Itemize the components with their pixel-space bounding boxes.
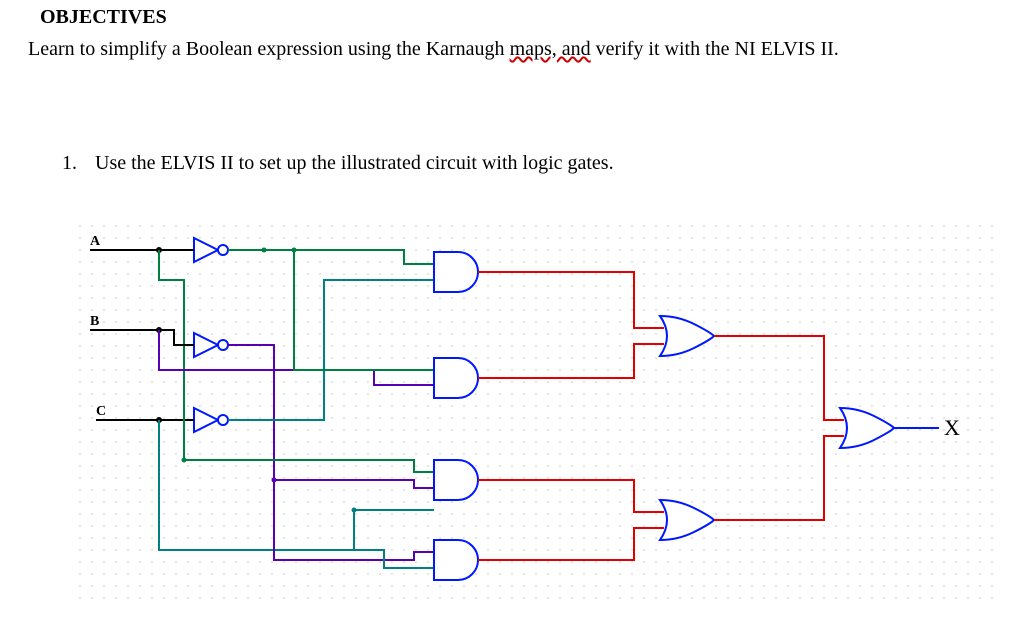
and-gate-3 xyxy=(434,460,478,500)
step-text: Use the ELVIS II to set up the illustrat… xyxy=(95,152,614,174)
objectives-body: Learn to simplify a Boolean expression u… xyxy=(28,36,988,62)
wire-c xyxy=(159,420,434,550)
circuit-svg xyxy=(74,220,994,600)
body-pre: Learn to simplify a Boolean expression u… xyxy=(28,38,510,60)
or-gate-1 xyxy=(660,316,714,356)
not-c-gate xyxy=(194,408,228,432)
step-number: 1. xyxy=(62,152,90,175)
page: OBJECTIVES Learn to simplify a Boolean e… xyxy=(0,0,1027,623)
and-gate-1 xyxy=(434,252,478,292)
wire-not-c xyxy=(228,280,434,420)
or-gate-2 xyxy=(660,500,714,540)
and-gate-4 xyxy=(434,540,478,580)
objectives-heading: OBJECTIVES xyxy=(40,6,167,29)
and-gate-2 xyxy=(434,358,478,398)
wire-a xyxy=(159,250,184,460)
circuit-diagram: A B C X xyxy=(74,220,994,600)
spellcheck-span: maps, and xyxy=(510,38,591,60)
step-1: 1. Use the ELVIS II to set up the illust… xyxy=(62,152,614,175)
body-post: verify it with the NI ELVIS II. xyxy=(591,38,839,60)
not-b-gate xyxy=(194,333,228,357)
or-gate-final xyxy=(840,408,894,448)
not-a-gate xyxy=(194,238,228,262)
